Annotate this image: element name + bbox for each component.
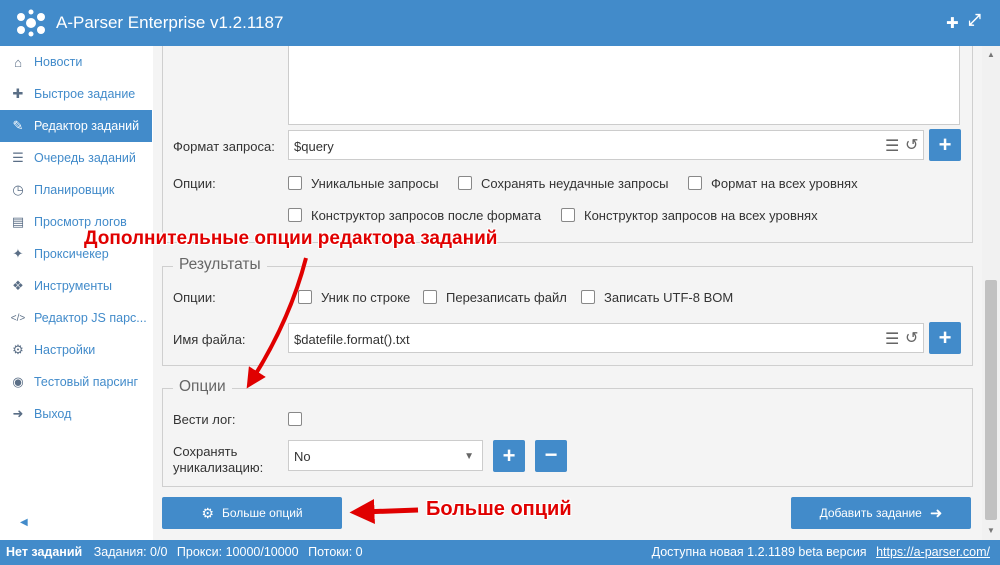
annotation-arrow-editor-options [246, 257, 308, 389]
annotation-arrow-more-options [349, 499, 419, 525]
annotation-more-options: Больше опций [426, 498, 572, 520]
annotation-arrows [246, 257, 419, 525]
annotation-editor-options: Дополнительные опции редактора заданий [84, 228, 498, 249]
